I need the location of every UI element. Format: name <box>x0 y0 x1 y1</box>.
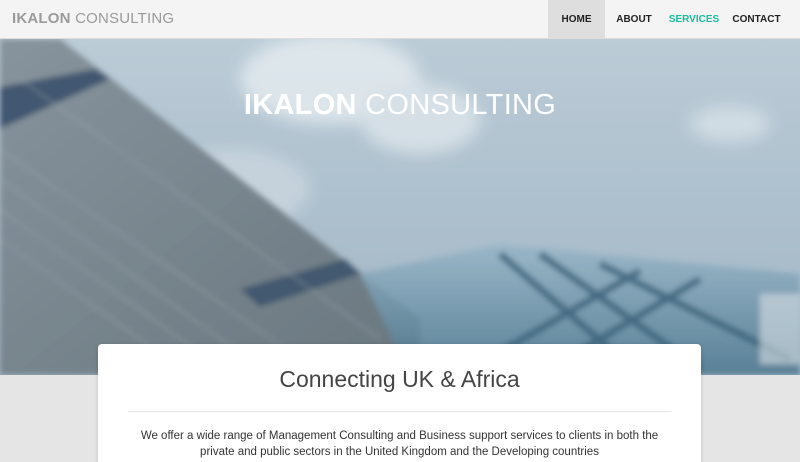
top-navbar: IKALON CONSULTING HOME ABOUT SERVICES CO… <box>0 0 800 39</box>
hero-title-bold: IKALON <box>243 89 357 121</box>
nav-item-services[interactable]: SERVICES <box>663 0 725 39</box>
intro-body-text: We offer a wide range of Management Cons… <box>140 430 659 458</box>
hero-banner: IKALON CONSULTING <box>0 39 800 375</box>
main-nav: HOME ABOUT SERVICES CONTACT <box>548 0 800 39</box>
brand-name-light: CONSULTING <box>70 10 175 27</box>
intro-divider <box>128 411 671 412</box>
nav-item-about[interactable]: ABOUT <box>605 0 663 39</box>
nav-item-contact[interactable]: CONTACT <box>725 0 800 39</box>
hero-title: IKALON CONSULTING <box>0 89 800 122</box>
hero-title-light: CONSULTING <box>356 89 557 121</box>
nav-item-home[interactable]: HOME <box>548 0 605 39</box>
intro-card: Connecting UK & Africa We offer a wide r… <box>98 344 701 462</box>
brand-name-bold: IKALON <box>12 10 71 27</box>
intro-heading: Connecting UK & Africa <box>279 366 520 392</box>
brand-logo[interactable]: IKALON CONSULTING <box>12 10 174 27</box>
